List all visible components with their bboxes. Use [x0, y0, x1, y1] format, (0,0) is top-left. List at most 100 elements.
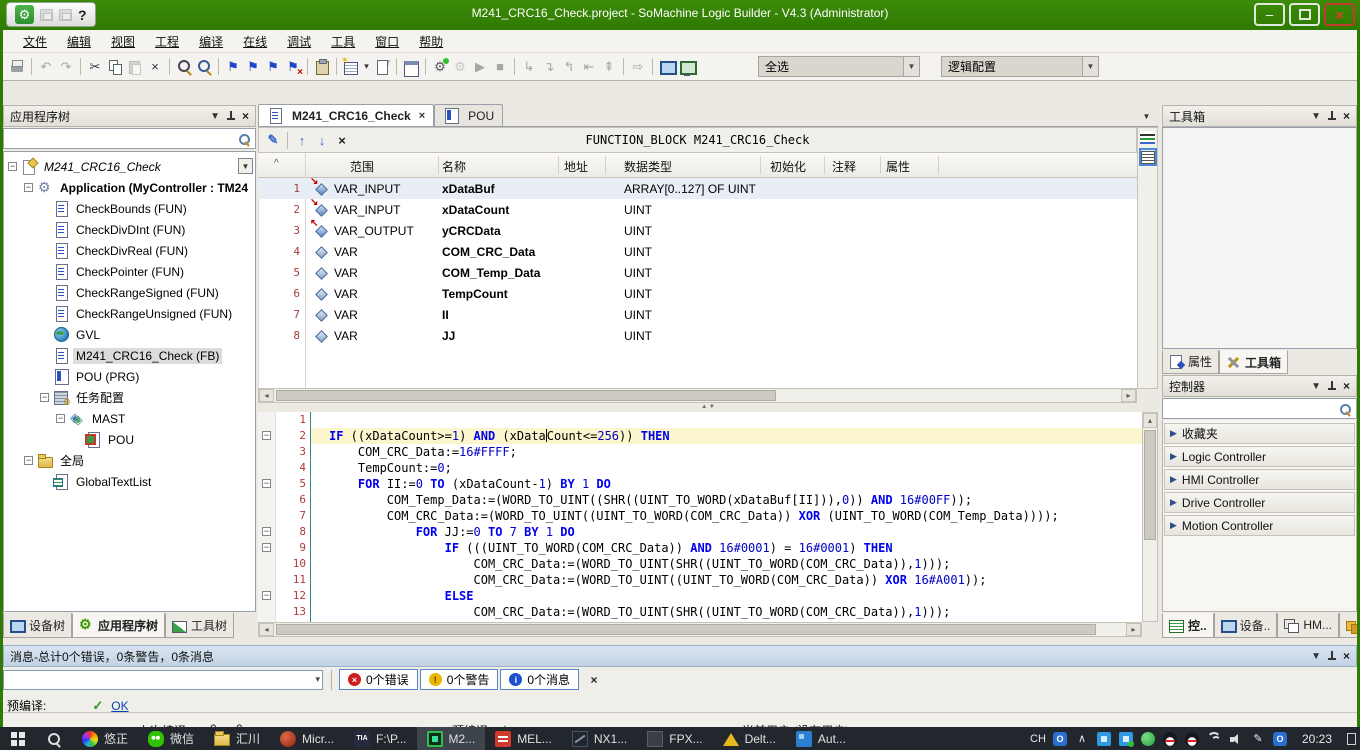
- tab-list-chevron-icon[interactable]: ▼: [1139, 109, 1154, 124]
- step-skip-icon[interactable]: ⇞: [600, 58, 618, 76]
- declaration-hscrollbar[interactable]: ◂ ▸: [258, 388, 1137, 403]
- restore-button[interactable]: [1289, 3, 1320, 26]
- flag-down-icon[interactable]: ⚑: [264, 58, 282, 76]
- flag-icon[interactable]: ⚑: [224, 58, 242, 76]
- panel-menu-icon[interactable]: ▼: [1311, 111, 1321, 122]
- editor-splitter[interactable]: ▲ ▼: [258, 403, 1158, 412]
- undo-icon[interactable]: ↶: [37, 58, 55, 76]
- code-line[interactable]: IF (((UINT_TO_WORD(COM_CRC_Data)) AND 16…: [311, 540, 1142, 556]
- menu-item-9[interactable]: 帮助: [409, 33, 453, 50]
- close-icon[interactable]: ×: [1343, 109, 1350, 123]
- variable-type[interactable]: UINT: [624, 245, 652, 259]
- chevron-down-icon[interactable]: ▼: [1082, 57, 1098, 76]
- variable-type[interactable]: ARRAY[0..127] OF UINT: [624, 182, 756, 196]
- taskbar-app-Micr...[interactable]: Micr...: [270, 727, 344, 750]
- variable-name[interactable]: II: [442, 308, 449, 322]
- step-into-icon[interactable]: ↴: [540, 58, 558, 76]
- editor-tab-1[interactable]: POU: [434, 104, 503, 126]
- find-icon[interactable]: [175, 58, 193, 76]
- tree-item-label[interactable]: GVL: [73, 327, 103, 343]
- step-out-icon[interactable]: ↰: [560, 58, 578, 76]
- tree-item-label[interactable]: Application (MyController : TM24: [57, 180, 251, 196]
- play-icon[interactable]: ▶: [471, 58, 489, 76]
- taskbar-app-Aut...[interactable]: Aut...: [786, 727, 856, 750]
- tray-pen[interactable]: ✎: [1247, 727, 1269, 750]
- fold-minus-icon[interactable]: −: [262, 431, 271, 440]
- tray-chevup[interactable]: ∧: [1071, 727, 1093, 750]
- pin-icon[interactable]: [1328, 651, 1336, 661]
- column-header-4[interactable]: 初始化: [770, 158, 806, 175]
- filter-info-button[interactable]: i0个消息: [500, 669, 579, 690]
- code-line[interactable]: [311, 412, 1142, 428]
- taskbar-app-汇川[interactable]: 汇川: [204, 727, 270, 750]
- tree-expand-icon[interactable]: −: [40, 393, 49, 402]
- taskbar-app-悠正[interactable]: 悠正: [72, 727, 138, 750]
- clipboard-icon[interactable]: [313, 58, 331, 76]
- tree-item[interactable]: CheckPointer (FUN): [4, 261, 255, 282]
- fold-minus-icon[interactable]: −: [262, 479, 271, 488]
- precompile-ok-link[interactable]: OK: [111, 699, 128, 713]
- variable-scope[interactable]: VAR: [334, 308, 358, 322]
- variable-row[interactable]: 3VAR_OUTPUTyCRCDataUINT: [258, 220, 1137, 241]
- dock-tab-0[interactable]: 控..: [1162, 613, 1214, 638]
- paste-icon[interactable]: [126, 58, 144, 76]
- tree-item[interactable]: M241_CRC16_Check (FB): [4, 345, 255, 366]
- variable-type[interactable]: UINT: [624, 224, 652, 238]
- variable-name[interactable]: JJ: [442, 329, 455, 343]
- scroll-up-icon[interactable]: ▴: [1143, 413, 1157, 428]
- variable-row[interactable]: 4VARCOM_CRC_DataUINT: [258, 241, 1137, 262]
- close-icon[interactable]: ×: [242, 109, 249, 123]
- variable-scope[interactable]: VAR_OUTPUT: [334, 224, 414, 238]
- step-over-icon[interactable]: ⇤: [580, 58, 598, 76]
- tree-search-input[interactable]: [3, 128, 256, 149]
- taskbar-clock[interactable]: 20:23: [1291, 732, 1343, 746]
- code-line[interactable]: COM_Temp_Data:=(WORD_TO_UINT((SHR((UINT_…: [311, 492, 1142, 508]
- column-divider[interactable]: [880, 156, 881, 174]
- tray-bluesq-g[interactable]: [1115, 727, 1137, 750]
- variable-name[interactable]: COM_CRC_Data: [442, 245, 535, 259]
- menu-item-5[interactable]: 在线: [233, 33, 277, 50]
- column-header-5[interactable]: 注释: [832, 158, 856, 175]
- tree-item-label[interactable]: MAST: [89, 411, 128, 427]
- menu-item-7[interactable]: 工具: [321, 33, 365, 50]
- code-line[interactable]: COM_CRC_Data:=16#FFFF;: [311, 444, 1142, 460]
- fold-minus-icon[interactable]: −: [262, 543, 271, 552]
- tree-item-label[interactable]: M241_CRC16_Check (FB): [73, 348, 222, 364]
- code-line[interactable]: FOR JJ:=0 TO 7 BY 1 DO: [311, 524, 1142, 540]
- tree-expand-icon[interactable]: −: [24, 456, 33, 465]
- taskbar-app-MEL...[interactable]: MEL...: [485, 727, 562, 750]
- fold-minus-icon[interactable]: −: [262, 591, 271, 600]
- chevron-down-icon[interactable]: ▼: [903, 57, 919, 76]
- variable-row[interactable]: 8VARJJUINT: [258, 325, 1137, 346]
- tree-item-label[interactable]: CheckDivDInt (FUN): [73, 222, 188, 238]
- tree-item-label[interactable]: GlobalTextList: [73, 474, 154, 490]
- code-line[interactable]: COM_CRC_Data:=(WORD_TO_UINT((UINT_TO_WOR…: [311, 572, 1142, 588]
- menu-item-3[interactable]: 工程: [145, 33, 189, 50]
- tree-item[interactable]: CheckBounds (FUN): [4, 198, 255, 219]
- variable-name[interactable]: TempCount: [442, 287, 508, 301]
- search-icon[interactable]: [239, 134, 249, 144]
- device-selector-combo[interactable]: 全选 ▼: [758, 56, 920, 77]
- tree-expand-icon[interactable]: −: [56, 414, 65, 423]
- toolbox-tab-0[interactable]: 属性: [1162, 350, 1219, 374]
- tree-root-chevron-icon[interactable]: ▼: [238, 158, 253, 174]
- dock-tab-1[interactable]: 设备..: [1214, 613, 1278, 638]
- code-line[interactable]: COM_CRC_Data:=(WORD_TO_UINT(SHR((UINT_TO…: [311, 604, 1142, 620]
- column-header-1[interactable]: 名称: [442, 158, 466, 175]
- menu-item-1[interactable]: 编辑: [57, 33, 101, 50]
- controller-section-2[interactable]: ▶HMI Controller: [1164, 469, 1355, 490]
- variable-type[interactable]: UINT: [624, 308, 652, 322]
- dock-tab-0[interactable]: 设备树: [3, 613, 72, 638]
- tree-item[interactable]: CheckRangeUnsigned (FUN): [4, 303, 255, 324]
- tree-item[interactable]: CheckDivDInt (FUN): [4, 219, 255, 240]
- column-header-2[interactable]: 地址: [564, 158, 588, 175]
- variable-type[interactable]: UINT: [624, 329, 652, 343]
- tray-greendot[interactable]: [1137, 727, 1159, 750]
- controller-section-4[interactable]: ▶Motion Controller: [1164, 515, 1355, 536]
- taskbar-app-FPX...[interactable]: FPX...: [637, 727, 712, 750]
- panel-menu-icon[interactable]: ▼: [1311, 651, 1321, 662]
- new-grid-icon[interactable]: [342, 58, 360, 76]
- column-divider[interactable]: [605, 156, 606, 174]
- menu-item-2[interactable]: 视图: [101, 33, 145, 50]
- column-divider[interactable]: [558, 156, 559, 174]
